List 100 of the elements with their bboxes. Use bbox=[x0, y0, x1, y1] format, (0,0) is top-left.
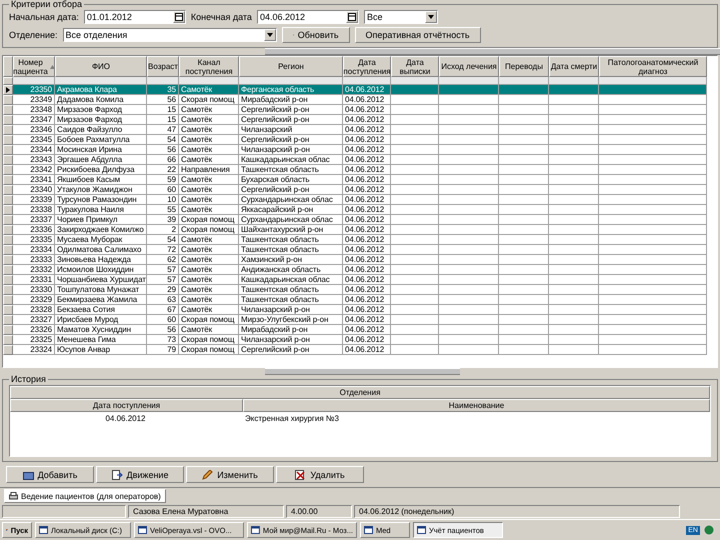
patient-row[interactable]: 23334 Одилматова Салимахо 72 Самотёк Ташкентская область 04.06.2012 bbox=[3, 245, 717, 255]
filter-cell[interactable] bbox=[179, 77, 239, 85]
table-cell: 04.06.2012 bbox=[345, 265, 384, 274]
patient-row[interactable]: 23348 Мирзаэов Фарход 15 Самотёк Сергелийский р-он 04.06.2012 bbox=[3, 105, 717, 115]
patient-row[interactable]: 23327 Ирисбаев Мурод 60 Скорая помощ Мирзо-Улугбекский р-он 04.06.2012 bbox=[3, 315, 717, 325]
patient-row[interactable]: 23333 Зиновьева Надежда 62 Самотёк Хамзинский р-он 04.06.2012 bbox=[3, 255, 717, 265]
filter-cell[interactable] bbox=[599, 77, 707, 85]
sort-up-icon bbox=[50, 64, 55, 68]
table-cell: Самотёк bbox=[181, 285, 212, 294]
table-cell: 23326 bbox=[30, 325, 52, 334]
patient-row[interactable]: 23346 Саидов Файзулло 47 Самотёк Чиланзарский 04.06.2012 bbox=[3, 125, 717, 135]
table-cell: 60 bbox=[167, 185, 176, 194]
delete-button[interactable]: Удалить bbox=[276, 466, 364, 483]
table-cell: 23332 bbox=[30, 265, 52, 274]
column-header[interactable]: Канал поступления bbox=[179, 56, 239, 77]
table-cell: Самотёк bbox=[181, 135, 212, 144]
filter-cell[interactable] bbox=[13, 77, 55, 85]
table-cell: 35 bbox=[167, 85, 176, 94]
column-header[interactable]: Исход лечения bbox=[439, 56, 499, 77]
scope-dropdown[interactable]: Все bbox=[364, 10, 438, 24]
filter-cell[interactable] bbox=[391, 77, 439, 85]
column-header[interactable]: Патологоанатомический диагноз bbox=[599, 56, 707, 77]
filter-cell[interactable] bbox=[239, 77, 343, 85]
splitter-bar[interactable] bbox=[265, 368, 460, 375]
column-header[interactable]: Дата поступления bbox=[343, 56, 391, 77]
filter-cell[interactable] bbox=[343, 77, 391, 85]
table-cell: 23346 bbox=[30, 125, 52, 134]
table-cell: 23335 bbox=[30, 235, 52, 244]
table-cell: Самотёк bbox=[181, 205, 212, 214]
patient-row[interactable]: 23330 Тошпулатова Мунажат 29 Самотёк Ташкентская область 04.06.2012 bbox=[3, 285, 717, 295]
tray-icon[interactable] bbox=[704, 525, 714, 535]
table-cell: Дадамова Комила bbox=[57, 95, 124, 104]
table-cell: 22 bbox=[167, 165, 176, 174]
patient-row[interactable]: 23328 Бекзаева Сотия 67 Самотёк Чиланзарский р-он 04.06.2012 bbox=[3, 305, 717, 315]
date-field[interactable]: 01.01.2012 bbox=[84, 10, 186, 24]
column-header[interactable]: ФИО bbox=[55, 56, 147, 77]
add-button[interactable]: Добавить bbox=[6, 466, 94, 483]
patient-row[interactable]: 23341 Якшибоев Касым 59 Самотёк Бухарская область 04.06.2012 bbox=[3, 175, 717, 185]
edit-button[interactable]: Изменить bbox=[186, 466, 274, 483]
table-cell: 56 bbox=[167, 145, 176, 154]
patient-row[interactable]: 23343 Эргашев Абдулла 66 Самотёк Кашкадарьинская облас 04.06.2012 bbox=[3, 155, 717, 165]
table-cell: Самотёк bbox=[181, 105, 212, 114]
column-header[interactable]: Наименование bbox=[243, 399, 710, 412]
column-header[interactable]: Дата поступления bbox=[10, 399, 243, 412]
patient-row[interactable]: 23335 Мусаева Муборак 54 Самотёк Ташкентская область 04.06.2012 bbox=[3, 235, 717, 245]
column-header[interactable]: Номер пациента bbox=[13, 56, 55, 77]
table-cell: 10 bbox=[167, 195, 176, 204]
report-button[interactable]: Оперативная отчётность bbox=[354, 27, 481, 43]
department-dropdown[interactable]: Все отделения bbox=[62, 28, 277, 42]
patient-row[interactable]: 23336 Закирходжаев Комилжо 2 Скорая помощ Шайхантахурский р-он 04.06.2012 bbox=[3, 225, 717, 235]
table-cell: Сурхандарьинская облас bbox=[241, 195, 333, 204]
table-cell: Бобоев Рахматулла bbox=[57, 135, 130, 144]
patient-row[interactable]: 23326 Маматов Хусниддин 56 Самотёк Мирабадский р-он 04.06.2012 bbox=[3, 325, 717, 335]
patient-row[interactable]: 23339 Турсунов Рамазондин 10 Самотёк Сурхандарьинская облас 04.06.2012 bbox=[3, 195, 717, 205]
splitter-bar[interactable] bbox=[265, 48, 720, 55]
table-cell: 67 bbox=[167, 305, 176, 314]
column-header[interactable]: Возраст bbox=[147, 56, 179, 77]
filter-cell[interactable] bbox=[439, 77, 499, 85]
patient-row[interactable]: 23350 Акрамова Клара 35 Самотёк Ферганская область 04.06.2012 bbox=[3, 85, 717, 95]
patient-row[interactable]: 23324 Юсупов Анвар 79 Скорая помощ Сергелийский р-он 04.06.2012 bbox=[3, 345, 717, 355]
table-cell: 04.06.2012 bbox=[345, 295, 384, 304]
patient-row[interactable]: 23331 Чоршанбиева Хуршидат 57 Самотёк Кашкадарьинская облас 04.06.2012 bbox=[3, 275, 717, 285]
table-cell: Мусаева Муборак bbox=[57, 235, 122, 244]
table-cell: Чиланзарский bbox=[241, 125, 292, 134]
patient-row[interactable]: 23340 Утакулов Жамиджон 60 Самотёк Сергелийский р-он 04.06.2012 bbox=[3, 185, 717, 195]
table-cell: Туракулова Наиля bbox=[57, 205, 124, 214]
table-cell: 54 bbox=[167, 135, 176, 144]
filter-cell[interactable] bbox=[549, 77, 599, 85]
column-header[interactable]: Дата смерти bbox=[549, 56, 599, 77]
move-button[interactable]: Движение bbox=[96, 466, 184, 483]
refresh-button[interactable]: Обновить bbox=[282, 27, 350, 43]
window-tab[interactable]: Ведение пациентов (для операторов) bbox=[4, 489, 166, 503]
patient-row[interactable]: 23338 Туракулова Наиля 55 Самотёк Яккасарайский р-он 04.06.2012 bbox=[3, 205, 717, 215]
patient-row[interactable]: 23342 Рискибоева Дилфуза 22 Направления Ташкентская область 04.06.2012 bbox=[3, 165, 717, 175]
filter-cell[interactable] bbox=[55, 77, 147, 85]
table-cell: Самотёк bbox=[181, 275, 212, 284]
patient-row[interactable]: 23325 Менешева Гима 73 Скорая помощ Чиланзарский р-он 04.06.2012 bbox=[3, 335, 717, 345]
table-cell: 23349 bbox=[30, 95, 52, 104]
column-header[interactable]: Регион bbox=[239, 56, 343, 77]
table-cell: 23329 bbox=[30, 295, 52, 304]
patient-row[interactable]: 23332 Исмоилов Шохиддин 57 Самотёк Андижанская область 04.06.2012 bbox=[3, 265, 717, 275]
table-cell: 29 bbox=[167, 285, 176, 294]
patient-row[interactable]: 23345 Бобоев Рахматулла 54 Самотёк Сергелийский р-он 04.06.2012 bbox=[3, 135, 717, 145]
table-cell: Закирходжаев Комилжо bbox=[57, 225, 144, 234]
table-cell: 04.06.2012 bbox=[345, 235, 384, 244]
date-field[interactable]: 04.06.2012 bbox=[256, 10, 359, 24]
table-cell: Чоршанбиева Хуршидат bbox=[57, 275, 146, 284]
table-cell: 47 bbox=[167, 125, 176, 134]
filter-cell[interactable] bbox=[499, 77, 549, 85]
column-header[interactable]: Дата выписки bbox=[391, 56, 439, 77]
patient-row[interactable]: 23349 Дадамова Комила 56 Скорая помощ Мирабадский р-он 04.06.2012 bbox=[3, 95, 717, 105]
patient-row[interactable]: 23347 Мирзаэов Фарход 15 Самотёк Сергелийский р-он 04.06.2012 bbox=[3, 115, 717, 125]
patient-row[interactable]: 23344 Мосинская Ирина 56 Самотёк Чиланзарский р-он 04.06.2012 bbox=[3, 145, 717, 155]
patient-row[interactable]: 23329 Бекмирзаева Жамила 63 Самотёк Ташкентская область 04.06.2012 bbox=[3, 295, 717, 305]
table-cell: Зиновьева Надежда bbox=[57, 255, 131, 264]
table-cell: 23342 bbox=[30, 165, 52, 174]
table-cell: Маматов Хусниддин bbox=[57, 325, 131, 334]
patient-row[interactable]: 23337 Чориев Примкул 39 Скорая помощ Сурхандарьинская облас 04.06.2012 bbox=[3, 215, 717, 225]
filter-cell[interactable] bbox=[147, 77, 179, 85]
column-header[interactable]: Переводы bbox=[499, 56, 549, 77]
